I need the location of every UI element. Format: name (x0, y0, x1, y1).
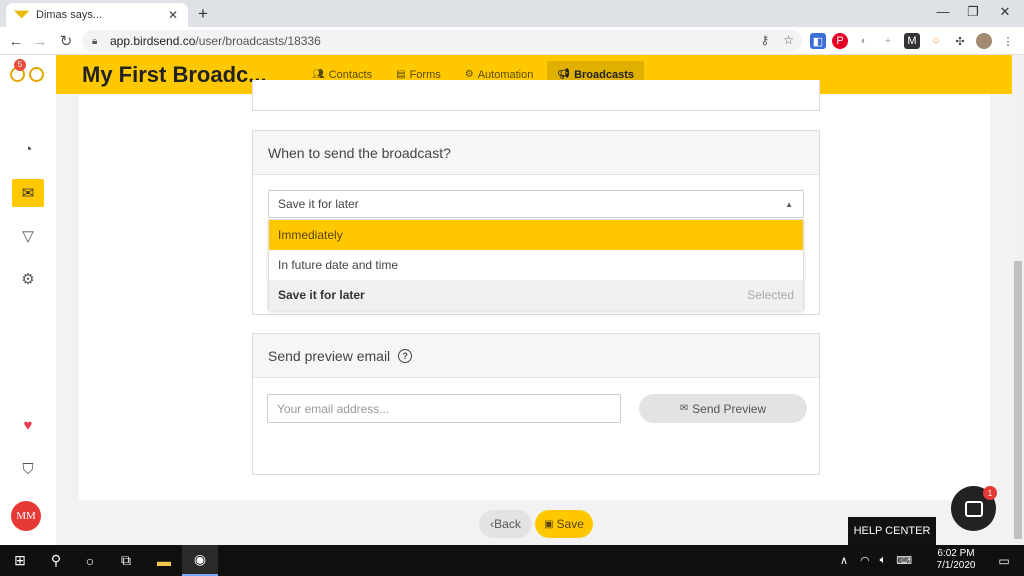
network-icon[interactable]: ◠ (860, 554, 870, 567)
dashboard-icon[interactable]: ◔ (12, 135, 44, 163)
option-save-later[interactable]: Save it for later Selected (269, 280, 803, 310)
back-arrow-icon[interactable]: ← (6, 31, 26, 51)
birdsend-favicon-icon: ◥◤ (14, 9, 30, 20)
star-icon[interactable]: ☆ (783, 33, 794, 47)
extension-moon-icon[interactable]: ◐ (856, 33, 872, 49)
puzzle-icon[interactable]: ✣ (952, 33, 968, 49)
birdsend-logo[interactable]: 5 (6, 59, 48, 95)
help-center-button[interactable]: HELP CENTER (848, 517, 936, 545)
avatar[interactable]: MM (11, 501, 41, 531)
preview-heading: Send preview email ? (253, 334, 819, 378)
notifications-icon[interactable]: ▭ (986, 545, 1022, 576)
option-future-date[interactable]: In future date and time (269, 250, 803, 280)
notification-badge: 5 (14, 59, 26, 71)
back-button[interactable]: ‹ Back (479, 510, 532, 538)
lock-icon: 🔒︎ (92, 35, 98, 47)
send-time-dropdown: Immediately In future date and time Save… (268, 219, 804, 310)
megaphone-icon: 📢︎ (557, 69, 571, 80)
preview-email-input[interactable] (267, 394, 621, 423)
scrollbar[interactable] (1012, 55, 1024, 545)
send-time-selected-value: Save it for later (278, 197, 359, 211)
selected-tag: Selected (747, 288, 794, 302)
system-clock[interactable]: 6:02 PM 7/1/2020 (934, 548, 978, 572)
search-icon[interactable]: ⚲ (38, 545, 74, 576)
extension-icon[interactable]: ◧ (810, 33, 826, 49)
minimize-button[interactable]: — (928, 4, 958, 19)
envelope-icon: ✉ (679, 403, 689, 414)
keyboard-icon[interactable]: ⌨ (896, 554, 912, 567)
pinterest-icon[interactable]: P (832, 33, 848, 49)
extension-m-icon[interactable]: M (904, 33, 920, 49)
extension-circle-icon[interactable]: ○ (928, 33, 944, 49)
contacts-icon: 👥︎ (312, 69, 325, 80)
cortana-icon[interactable]: ○ (72, 545, 108, 576)
chrome-icon[interactable]: ◉ (182, 545, 218, 576)
filter-icon[interactable]: ▽ (12, 222, 44, 250)
url-text: app.birdsend.co/user/broadcasts/18336 (110, 34, 321, 48)
tray-icons: ∧ ◠ 🔈︎ ⌨ (840, 545, 912, 576)
browser-tab-strip: ◥◤ Dimas says... ✕ + — ❐ ✕ (0, 0, 1024, 27)
previous-section-card (252, 80, 820, 111)
send-preview-button[interactable]: ✉ Send Preview (639, 394, 807, 423)
forms-icon: ▤ (396, 69, 406, 80)
windows-start-icon[interactable]: ⊞ (2, 545, 38, 576)
automation-icon: ⚙ (464, 69, 474, 80)
page-title: My First Broadc... (82, 62, 267, 87)
mail-icon[interactable]: ✉ (12, 179, 44, 207)
browser-toolbar: ← → ↻ 🔒︎ app.birdsend.co/user/broadcasts… (0, 27, 1024, 55)
profile-avatar-icon[interactable] (976, 33, 992, 49)
volume-icon[interactable]: 🔈︎ (880, 554, 887, 567)
reload-icon[interactable]: ↻ (56, 31, 76, 51)
forward-arrow-icon[interactable]: → (30, 31, 50, 51)
tab-title: Dimas says... (36, 9, 103, 21)
restore-button[interactable]: ❐ (958, 4, 988, 20)
schedule-heading: When to send the broadcast? (253, 131, 819, 175)
save-icon: ▣ (544, 518, 554, 530)
chevron-up-icon[interactable]: ∧ (840, 554, 848, 567)
new-tab-button[interactable]: + (193, 4, 213, 24)
help-question-icon[interactable]: ? (398, 348, 413, 363)
windows-taskbar: ⊞ ⚲ ○ ⧉ ▬ ◉ ∧ ◠ 🔈︎ ⌨ 6:02 PM 7/1/2020 ▭ (0, 545, 1024, 576)
app-sidebar: 5 ◔ ✉ ▽ ⚙ ♥ ⛉ MM (0, 55, 56, 545)
option-immediately[interactable]: Immediately (269, 220, 803, 250)
send-time-select[interactable]: Save it for later ▲ (268, 190, 804, 218)
chat-bubble-icon (964, 500, 983, 517)
save-button[interactable]: ▣ Save (535, 510, 593, 538)
browser-tab[interactable]: ◥◤ Dimas says... ✕ (6, 3, 188, 27)
scrollbar-thumb[interactable] (1014, 261, 1022, 539)
heart-icon[interactable]: ♥ (12, 411, 44, 439)
key-icon[interactable]: ⚷ (760, 33, 769, 47)
caret-up-icon: ▲ (785, 200, 793, 209)
address-bar[interactable]: 🔒︎ app.birdsend.co/user/broadcasts/18336… (82, 30, 802, 52)
file-explorer-icon[interactable]: ▬ (146, 545, 182, 576)
menu-kebab-icon[interactable]: ⋮ (1000, 33, 1016, 49)
settings-icon[interactable]: ⚙ (12, 265, 44, 293)
chat-badge: 1 (983, 486, 997, 500)
shirt-icon[interactable]: ⛉ (12, 455, 44, 483)
extension-plus-icon[interactable]: + (880, 33, 896, 49)
close-window-button[interactable]: ✕ (990, 4, 1020, 20)
task-view-icon[interactable]: ⧉ (108, 545, 144, 576)
tab-close-icon[interactable]: ✕ (166, 8, 180, 22)
